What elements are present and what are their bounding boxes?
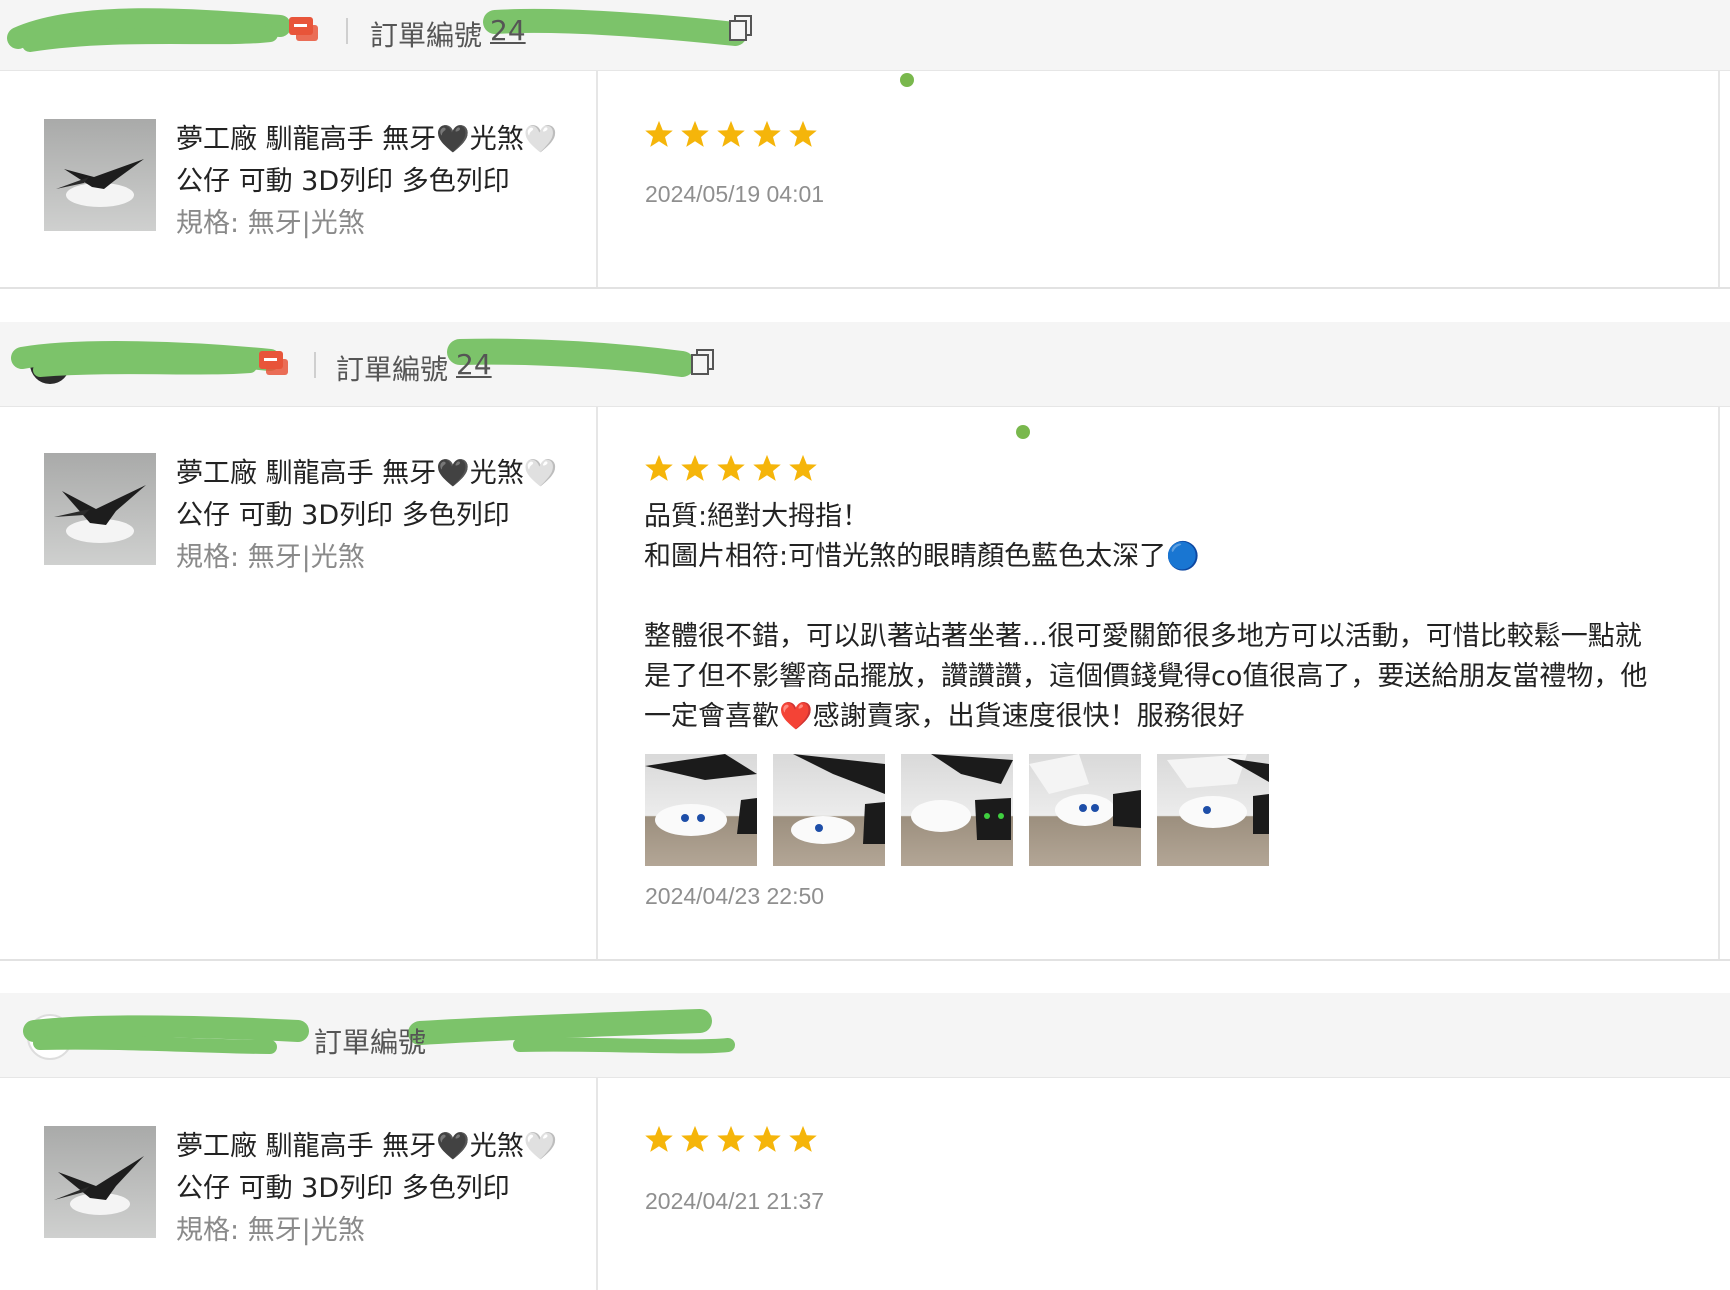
order-label: 訂單編號 [314, 1026, 427, 1059]
star-icon [717, 1125, 745, 1152]
status-dot [1016, 425, 1030, 439]
copy-icon[interactable] [728, 14, 754, 42]
separator [346, 18, 348, 44]
order-label: 訂單編號 [370, 19, 483, 52]
column-edge [1718, 407, 1720, 959]
star-icon [753, 1125, 781, 1152]
review-photo[interactable] [645, 754, 757, 866]
product-thumbnail[interactable] [44, 453, 156, 565]
star-icon [681, 454, 709, 481]
rating-stars [644, 453, 818, 483]
column-divider [596, 407, 598, 959]
star-icon [645, 1125, 673, 1152]
dragon-figure-image [54, 485, 146, 543]
review-text: 品質:絕對大拇指！ 和圖片相符:可惜光煞的眼睛顏色藍色太深了🔵 整體很不錯，可以… [644, 501, 1648, 732]
star-icon [717, 120, 745, 147]
star-icon [681, 1125, 709, 1152]
dragon-figure-image [54, 1156, 144, 1215]
order-number-link[interactable]: 24 [456, 348, 492, 381]
separator [314, 352, 316, 378]
status-dot [900, 73, 914, 87]
review-body: 夢工廠 馴龍高手 無牙🖤光煞🤍公仔 可動 3D列印 多色列印 規格: 無牙|光煞… [0, 1078, 1730, 1290]
rating-stars [644, 119, 818, 149]
star-icon [753, 120, 781, 147]
review-photo[interactable] [901, 754, 1013, 866]
star-icon [681, 120, 709, 147]
review-photo[interactable] [1157, 754, 1269, 866]
product-spec: 規格: 無牙|光煞 [176, 542, 365, 573]
rating-stars [644, 1124, 818, 1154]
star-icon [717, 454, 745, 481]
row-divider [0, 287, 1730, 289]
order-label: 訂單編號 [336, 353, 449, 386]
dragon-photo-image [791, 754, 885, 844]
chat-icon[interactable] [288, 16, 320, 44]
review-date: 2024/04/23 22:50 [645, 883, 825, 909]
review-header: 訂單編號 [0, 993, 1730, 1078]
star-icon [753, 454, 781, 481]
column-edge [1718, 71, 1720, 288]
copy-icon[interactable] [690, 348, 716, 376]
product-spec: 規格: 無牙|光煞 [176, 208, 365, 239]
review-date: 2024/05/19 04:01 [645, 181, 825, 207]
review-header: 訂單編號 24 [0, 0, 1730, 71]
dragon-photo-image [1029, 754, 1141, 828]
column-divider [596, 71, 598, 288]
dragon-photo-image [1167, 754, 1269, 834]
star-icon [789, 454, 817, 481]
review-body: 夢工廠 馴龍高手 無牙🖤光煞🤍公仔 可動 3D列印 多色列印 規格: 無牙|光煞… [0, 407, 1730, 959]
star-icon [645, 120, 673, 147]
star-icon [789, 1125, 817, 1152]
review-date: 2024/04/21 21:37 [645, 1188, 825, 1214]
review-photo[interactable] [773, 754, 885, 866]
star-icon [789, 120, 817, 147]
product-thumbnail[interactable] [44, 119, 156, 231]
product-name[interactable]: 夢工廠 馴龍高手 無牙🖤光煞🤍公仔 可動 3D列印 多色列印 [176, 119, 576, 203]
dragon-photo-image [645, 754, 757, 836]
review-header: 訂單編號 24 [0, 322, 1730, 407]
review-photo[interactable] [1029, 754, 1141, 866]
product-name[interactable]: 夢工廠 馴龍高手 無牙🖤光煞🤍公仔 可動 3D列印 多色列印 [176, 453, 576, 537]
review-body: 夢工廠 馴龍高手 無牙🖤光煞🤍公仔 可動 3D列印 多色列印 規格: 無牙|光煞… [0, 71, 1730, 288]
product-name[interactable]: 夢工廠 馴龍高手 無牙🖤光煞🤍公仔 可動 3D列印 多色列印 [176, 1126, 576, 1210]
product-spec: 規格: 無牙|光煞 [176, 1215, 365, 1246]
product-thumbnail[interactable] [44, 1126, 156, 1238]
row-divider [0, 959, 1730, 961]
order-number-link[interactable]: 24 [490, 14, 526, 47]
chat-icon[interactable] [258, 350, 290, 378]
dragon-figure-image [56, 159, 144, 207]
column-divider [596, 1078, 598, 1290]
star-icon [645, 454, 673, 481]
dragon-photo-image [911, 754, 1013, 840]
